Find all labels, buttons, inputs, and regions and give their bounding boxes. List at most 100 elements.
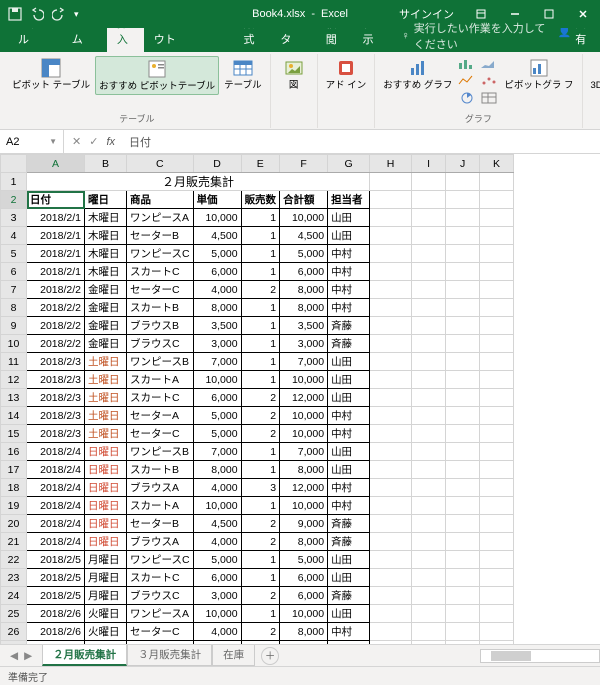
cell[interactable]: 2 <box>241 515 280 533</box>
recommended-charts-button[interactable]: おすすめ グラフ <box>380 56 455 93</box>
cell[interactable]: 1 <box>241 641 280 645</box>
cell[interactable]: 2 <box>241 281 280 299</box>
cell[interactable]: 1 <box>241 227 280 245</box>
cell[interactable]: 2018/2/2 <box>27 335 85 353</box>
cell[interactable]: 2018/2/5 <box>27 551 85 569</box>
cell[interactable]: 8,000 <box>280 299 328 317</box>
cell[interactable]: ブラウスB <box>127 317 194 335</box>
redo-icon[interactable] <box>52 7 66 21</box>
cell[interactable]: ワンピースB <box>127 353 194 371</box>
cell[interactable]: 2 <box>241 587 280 605</box>
cell[interactable]: 木曜日 <box>85 209 127 227</box>
cell[interactable]: セーターB <box>127 515 194 533</box>
cell[interactable]: 斉藤 <box>328 515 370 533</box>
illustrations-button[interactable]: 図 <box>276 56 312 93</box>
formula-input[interactable]: 日付 <box>123 134 151 150</box>
cell[interactable]: 日曜日 <box>85 515 127 533</box>
cell[interactable]: 1 <box>241 551 280 569</box>
cell[interactable]: セーターB <box>127 641 194 645</box>
cell[interactable]: 3,500 <box>193 317 241 335</box>
cell[interactable]: スカートB <box>127 461 194 479</box>
cell[interactable]: 8,000 <box>280 533 328 551</box>
cell[interactable]: スカートA <box>127 497 194 515</box>
column-header[interactable]: B <box>85 155 127 173</box>
cell[interactable]: 中村 <box>328 425 370 443</box>
cell[interactable]: 2018/2/2 <box>27 299 85 317</box>
cell[interactable]: 10,000 <box>193 209 241 227</box>
cell[interactable]: 斉藤 <box>328 317 370 335</box>
cell[interactable]: 金曜日 <box>85 317 127 335</box>
cell[interactable]: 10,000 <box>193 497 241 515</box>
cell[interactable]: 5,000 <box>193 551 241 569</box>
3d-map-button[interactable]: 3D マッ プ <box>588 56 600 93</box>
cell[interactable]: 4,000 <box>193 533 241 551</box>
cell[interactable]: 火曜日 <box>85 623 127 641</box>
column-header[interactable]: J <box>446 155 480 173</box>
cell[interactable]: ワンピースC <box>127 245 194 263</box>
cell[interactable]: 10,000 <box>280 497 328 515</box>
cell[interactable]: 3,000 <box>193 335 241 353</box>
cell[interactable]: 山田 <box>328 389 370 407</box>
cell[interactable]: 4,000 <box>193 281 241 299</box>
cell[interactable]: 2018/2/4 <box>27 443 85 461</box>
chart-types-2[interactable] <box>479 56 499 106</box>
recommended-pivot-button[interactable]: おすすめ ピボットテーブル <box>95 56 219 95</box>
cell[interactable]: 7,000 <box>193 443 241 461</box>
cell[interactable]: 1 <box>241 263 280 281</box>
cell[interactable]: 10,000 <box>280 605 328 623</box>
cell[interactable]: 木曜日 <box>85 227 127 245</box>
cell[interactable]: 2018/2/3 <box>27 407 85 425</box>
cell[interactable]: 1 <box>241 461 280 479</box>
cell[interactable]: 日曜日 <box>85 479 127 497</box>
cell[interactable]: 山田 <box>328 551 370 569</box>
table-button[interactable]: テーブル <box>221 56 264 93</box>
worksheet-grid[interactable]: ABCDEFGHIJK1２月販売集計2日付曜日商品単価販売数合計額担当者3201… <box>0 154 600 644</box>
cell[interactable]: 2 <box>241 407 280 425</box>
cell[interactable]: 1 <box>241 569 280 587</box>
cell[interactable]: 木曜日 <box>85 263 127 281</box>
cell[interactable]: 2 <box>241 533 280 551</box>
cell[interactable]: 4,000 <box>193 479 241 497</box>
table-header[interactable]: 担当者 <box>328 191 370 209</box>
cell[interactable]: 12,000 <box>280 479 328 497</box>
cell[interactable]: 3,000 <box>280 335 328 353</box>
cell[interactable]: 土曜日 <box>85 425 127 443</box>
cell[interactable]: ワンピースB <box>127 443 194 461</box>
name-box[interactable]: A2▼ <box>0 130 64 153</box>
cell[interactable]: 8,000 <box>280 281 328 299</box>
cell[interactable]: 金曜日 <box>85 299 127 317</box>
sheet-tab[interactable]: ３月販売集計 <box>127 645 212 666</box>
cell[interactable]: 4,500 <box>280 227 328 245</box>
cell[interactable]: セーターC <box>127 281 194 299</box>
cell[interactable]: 6,000 <box>193 263 241 281</box>
cell[interactable]: 7,000 <box>193 353 241 371</box>
cell[interactable]: 4,500 <box>193 227 241 245</box>
cell[interactable]: 2018/2/1 <box>27 245 85 263</box>
cell[interactable]: スカートC <box>127 389 194 407</box>
column-header[interactable]: C <box>127 155 194 173</box>
cell[interactable]: 6,000 <box>280 263 328 281</box>
sheet-tab[interactable]: 在庫 <box>212 645 255 666</box>
pivot-table-button[interactable]: ピボット テーブル <box>9 56 93 93</box>
pivot-chart-button[interactable]: ピボットグラ フ <box>501 56 576 93</box>
cell[interactable]: 1 <box>241 299 280 317</box>
cell[interactable]: 10,000 <box>280 425 328 443</box>
cell[interactable]: 土曜日 <box>85 389 127 407</box>
cell[interactable]: 斉藤 <box>328 587 370 605</box>
cell[interactable]: 日曜日 <box>85 461 127 479</box>
cell[interactable]: 火曜日 <box>85 605 127 623</box>
cell[interactable]: スカートB <box>127 299 194 317</box>
cell[interactable]: 中村 <box>328 641 370 645</box>
cell[interactable]: 7,000 <box>280 353 328 371</box>
cell[interactable]: 4,500 <box>280 641 328 645</box>
cell[interactable]: 中村 <box>328 299 370 317</box>
horizontal-scrollbar[interactable] <box>480 649 600 663</box>
cell[interactable]: 2018/2/6 <box>27 623 85 641</box>
column-header[interactable]: A <box>27 155 85 173</box>
cell[interactable]: 2018/2/1 <box>27 263 85 281</box>
cell[interactable]: 土曜日 <box>85 353 127 371</box>
cell[interactable]: 月曜日 <box>85 569 127 587</box>
cell[interactable]: 10,000 <box>193 605 241 623</box>
table-header[interactable]: 単価 <box>193 191 241 209</box>
cell[interactable]: ブラウスA <box>127 479 194 497</box>
